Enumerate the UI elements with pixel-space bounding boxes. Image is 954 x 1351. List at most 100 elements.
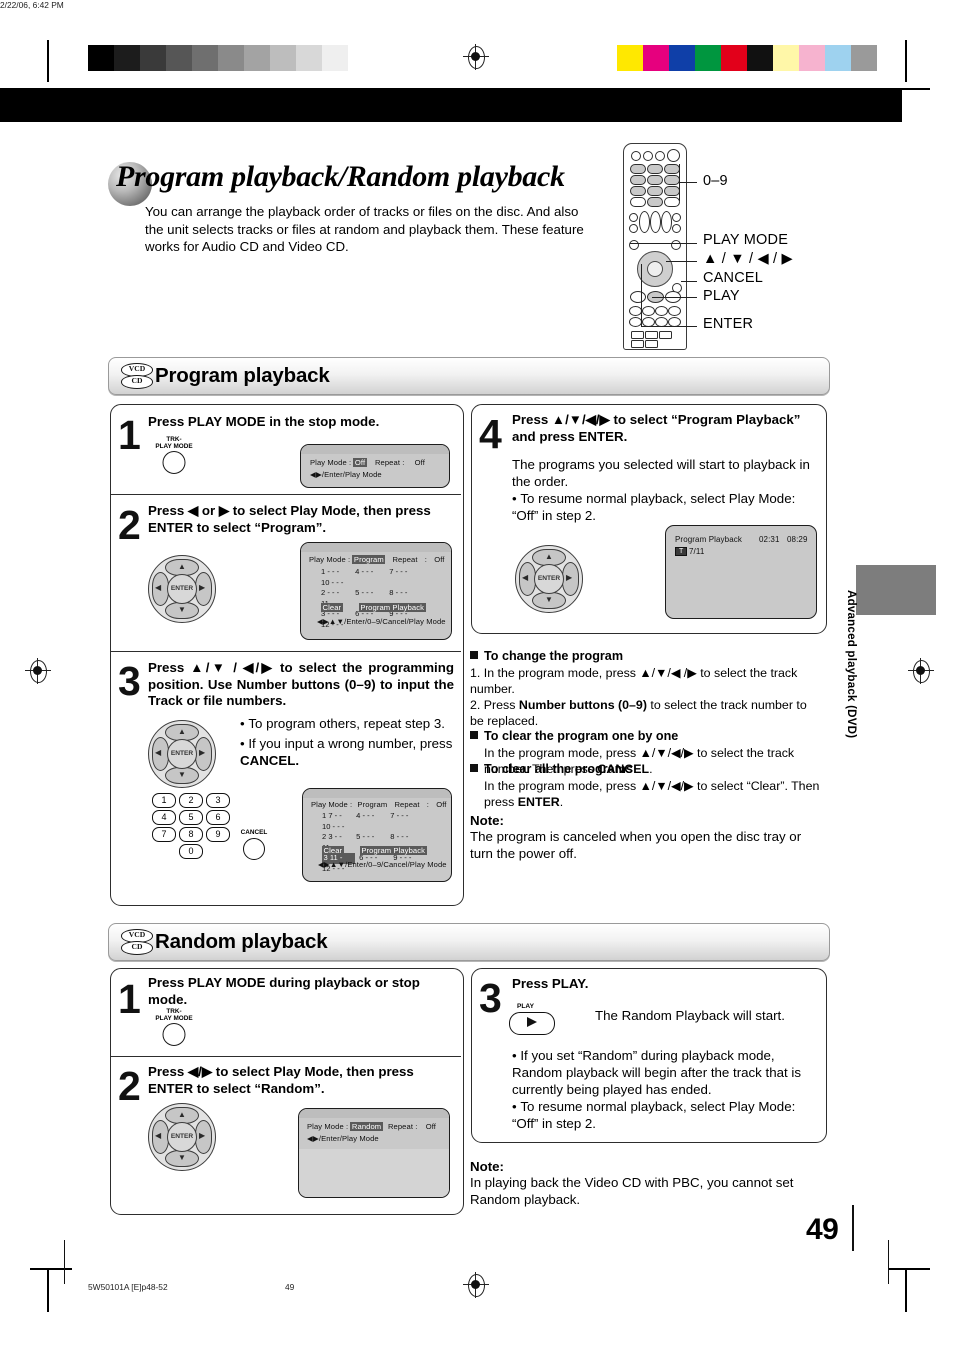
crop-mark-top-right-v xyxy=(905,40,907,82)
osd2-r1c4: 10 - - - xyxy=(321,577,344,587)
dpad-right-arrow-icon-4: ▶ xyxy=(566,573,573,582)
number-key-3: 3 xyxy=(206,793,230,808)
osd-step-1: Play Mode : Off Repeat : Off ◀▶/Enter/Pl… xyxy=(300,444,450,488)
dpad-left-arrow-icon-r2: ◀ xyxy=(155,1131,162,1140)
osd-step-3-actions: Clear Program Playback xyxy=(322,846,427,855)
dpad-graphic-step3: ENTER ▲ ▼ ◀ ▶ xyxy=(148,720,216,788)
osd-repeat-value: Off xyxy=(414,458,425,467)
osd2-clear-button[interactable]: Clear xyxy=(321,603,343,612)
note-change-program-item-1: 1. In the program mode, press ▲/▼/◀ /▶ t… xyxy=(470,665,822,697)
disc-type-icons-random: VCD CD xyxy=(121,929,153,955)
crop-mark-bottom-right-h xyxy=(888,1268,930,1270)
osd3-program-playback-button[interactable]: Program Playback xyxy=(359,846,427,855)
dpad-right-arrow-icon-r2: ▶ xyxy=(199,1131,206,1140)
osd-step-4-track-icon: T xyxy=(675,547,688,556)
dpad-enter-label: ENTER xyxy=(167,574,197,604)
play-button-label: PLAY xyxy=(517,1003,534,1010)
osd-step-3-line1: Play Mode : Program Repeat : Off xyxy=(311,800,447,809)
dpad-enter-label-3: ENTER xyxy=(167,739,197,769)
random-step-number-2: 2 xyxy=(118,1063,141,1109)
dpad-enter-label-4: ENTER xyxy=(534,564,564,594)
remote-square-button-3 xyxy=(659,331,672,339)
osd-step-4-time2: 08:29 xyxy=(787,535,808,544)
random-play-mode-label-top: TRK- xyxy=(166,1008,182,1015)
remote-mid-oval-2 xyxy=(650,211,661,233)
random-note-text: In playing back the Video CD with PBC, y… xyxy=(470,1175,794,1207)
step-number-3: 3 xyxy=(118,658,141,704)
remote-number-key-1 xyxy=(630,164,646,174)
remote-number-key-7 xyxy=(630,186,646,196)
osd-step-4-title: Program Playback xyxy=(675,535,742,544)
note-heading-change-program-text: To change the program xyxy=(484,649,624,663)
random-bullet-1-text: If you set “Random” during playback mode… xyxy=(512,1048,801,1097)
disc-type-icons-program: VCD CD xyxy=(121,363,153,389)
osd-step-2-topbar xyxy=(301,543,451,552)
osd3-r2c1: 2 3 - - xyxy=(322,832,342,841)
osd-step-3-footer: ◀▶▲▼/Enter/0–9/Cancel/Play Mode xyxy=(318,860,447,869)
program-note-label: Note: xyxy=(470,813,504,828)
step-3-bullet-2: • If you input a wrong number, press CAN… xyxy=(240,735,455,769)
number-key-7: 7 xyxy=(152,827,176,842)
osd2-r1c1: 1 - - - xyxy=(321,567,340,576)
remote-number-key-4 xyxy=(630,175,646,185)
registration-mark-right xyxy=(908,658,934,684)
remote-mid-button-left-2 xyxy=(629,224,638,233)
remote-lower-button-4 xyxy=(668,306,681,316)
remote-number-key-3 xyxy=(664,164,680,174)
number-key-5: 5 xyxy=(179,810,203,825)
play-triangle-icon xyxy=(527,1017,537,1027)
number-key-8: 8 xyxy=(179,827,203,842)
section-title-program: Program playback xyxy=(155,364,330,387)
grayscale-calibration-bar xyxy=(88,45,348,71)
step-3-bullet-2-text: If you input a wrong number, press CANCE… xyxy=(240,736,453,768)
callout-line-arrows xyxy=(666,261,697,263)
osd3-r1c1: 1 7 - - xyxy=(322,811,342,820)
osd-random-step-2: Play Mode : Random Repeat : Off ◀▶/Enter… xyxy=(298,1108,450,1198)
dpad-up-arrow-icon-3: ▲ xyxy=(178,727,186,736)
osd3-clear-button[interactable]: Clear xyxy=(322,846,344,855)
crop-mark-bottom-left-h xyxy=(30,1268,72,1270)
remote-play-mode-button xyxy=(629,240,639,250)
remote-square-button-2 xyxy=(645,331,658,339)
print-black-band xyxy=(0,88,902,122)
osd2-r1c2: 4 - - - xyxy=(355,567,374,576)
osd3-playmode-value: Program xyxy=(357,800,388,809)
remote-top-button-1 xyxy=(631,151,641,161)
random-step-3-text: Press PLAY. xyxy=(512,976,589,991)
remote-mid-oval-1 xyxy=(639,211,650,233)
remote-square-button-4 xyxy=(631,340,644,348)
osd-step-3: Play Mode : Program Repeat : Off 1 7 - -… xyxy=(302,788,452,882)
random-bullet-2-text: To resume normal playback, select Play M… xyxy=(512,1099,796,1131)
callout-label-enter: ENTER xyxy=(703,316,754,332)
cancel-button-label: CANCEL xyxy=(240,829,268,836)
number-key-0: 0 xyxy=(179,844,203,859)
callout-label-arrows: ▲ / ▼ / ◀ / ▶ xyxy=(703,251,793,267)
cd-icon: CD xyxy=(121,375,153,389)
step-4-body: The programs you selected will start to … xyxy=(512,457,810,489)
random-play-mode-label-bottom: PLAY MODE xyxy=(155,1015,193,1022)
section-header-random: VCD CD Random playback xyxy=(108,923,830,961)
note-heading-change-program: To change the program xyxy=(470,649,623,663)
osd-step-2-footer: ◀▶▲▼/Enter/0–9/Cancel/Play Mode xyxy=(317,617,446,626)
osd3-repeat-colon: : xyxy=(426,800,429,809)
crop-mark-top-left-h xyxy=(30,88,72,90)
osd2-program-playback-button[interactable]: Program Playback xyxy=(358,603,426,612)
osd-random-topbar xyxy=(299,1109,449,1118)
osd3-playmode-label: Play Mode : xyxy=(311,800,353,809)
random-note-label: Note: xyxy=(470,1159,504,1174)
osd-random-repeat-value: Off xyxy=(425,1122,436,1131)
remote-number-key-8 xyxy=(647,186,663,196)
osd2-repeat-label: Repeat xyxy=(392,555,418,564)
intro-paragraph: You can arrange the playback order of tr… xyxy=(145,204,584,255)
dpad-left-arrow-icon-3: ◀ xyxy=(155,748,162,757)
remote-enter-button xyxy=(647,261,663,277)
cd-icon-random: CD xyxy=(121,941,153,955)
remote-key-extra-right xyxy=(664,197,680,207)
remote-number-key-5 xyxy=(647,175,663,185)
program-panel-divider-1 xyxy=(111,494,461,496)
play-mode-button-circle xyxy=(162,451,186,474)
random-step-3-body: The Random Playback will start. xyxy=(595,1008,785,1023)
random-panel-divider xyxy=(111,1056,461,1058)
osd3-r2c3: 8 - - - xyxy=(390,832,409,841)
remote-mid-button-right-2 xyxy=(672,224,681,233)
